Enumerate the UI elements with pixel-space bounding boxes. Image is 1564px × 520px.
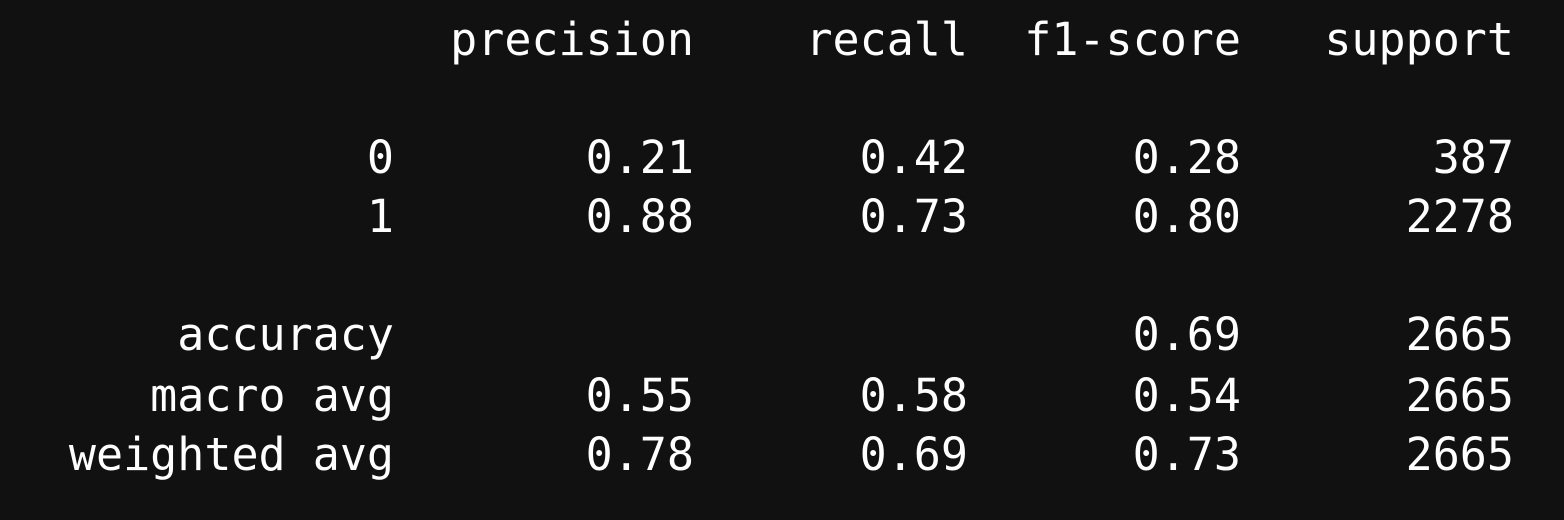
- row-label: weighted avg: [68, 428, 394, 481]
- support-value: 2665: [1405, 428, 1514, 481]
- report-row-class-1: 1 0.88 0.73 0.80 2278: [0, 189, 1564, 245]
- precision-value: 0.78: [585, 428, 694, 481]
- report-row-accuracy: accuracy 0.69 2665: [0, 307, 1564, 363]
- support-value: 387: [1432, 131, 1514, 184]
- support-value: 2665: [1405, 308, 1514, 361]
- header-recall: recall: [805, 13, 968, 66]
- row-label: macro avg: [150, 369, 394, 422]
- row-label: 0: [366, 131, 394, 184]
- f1-score-value: 0.73: [1132, 428, 1241, 481]
- f1-score-value: 0.28: [1132, 131, 1241, 184]
- recall-value: 0.73: [859, 190, 968, 243]
- f1-score-value: 0.54: [1132, 369, 1241, 422]
- row-label: 1: [366, 190, 394, 243]
- precision-value: 0.21: [585, 131, 694, 184]
- row-label: accuracy: [177, 308, 394, 361]
- recall-value: 0.69: [859, 428, 968, 481]
- report-row-class-0: 0 0.21 0.42 0.28 387: [0, 130, 1564, 186]
- support-value: 2278: [1405, 190, 1514, 243]
- header-support: support: [1324, 13, 1514, 66]
- recall-value: 0.58: [859, 369, 968, 422]
- recall-value: 0.42: [859, 131, 968, 184]
- report-row-macro-avg: macro avg 0.55 0.58 0.54 2665: [0, 368, 1564, 424]
- header-f1-score: f1-score: [1024, 13, 1241, 66]
- report-header-row: precision recall f1-score support: [0, 12, 1564, 68]
- f1-score-value: 0.69: [1132, 308, 1241, 361]
- header-precision: precision: [450, 13, 694, 66]
- precision-value: 0.88: [585, 190, 694, 243]
- support-value: 2665: [1405, 369, 1514, 422]
- classification-report: precision recall f1-score support 0 0.21…: [0, 0, 1564, 520]
- precision-value: 0.55: [585, 369, 694, 422]
- f1-score-value: 0.80: [1132, 190, 1241, 243]
- report-row-weighted-avg: weighted avg 0.78 0.69 0.73 2665: [0, 427, 1564, 483]
